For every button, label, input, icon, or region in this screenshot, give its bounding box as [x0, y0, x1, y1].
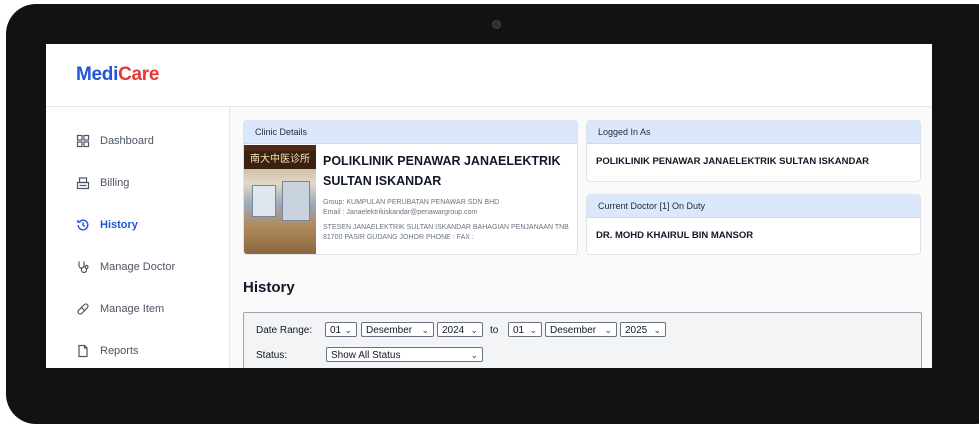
app-logo[interactable]: MediCare — [76, 64, 159, 86]
page-title: History — [243, 279, 295, 296]
to-day-value: 01 — [513, 325, 525, 336]
chevron-down-icon: ⌄ — [421, 325, 429, 335]
to-month-select[interactable]: Desember ⌄ — [545, 322, 617, 337]
chevron-down-icon: ⌄ — [470, 325, 478, 335]
sidebar-item-billing[interactable]: Billing — [76, 173, 129, 193]
clinic-name: POLIKLINIK PENAWAR JANAELEKTRIK SULTAN I… — [323, 154, 561, 188]
clinic-group: Group: KUMPULAN PERUBATAN PENAWAR SDN BH… — [323, 199, 500, 206]
from-year-select[interactable]: 2024 ⌄ — [437, 322, 483, 337]
camera-dot — [492, 20, 501, 29]
sidebar-item-label: Reports — [100, 345, 139, 357]
sidebar: Dashboard Billing History Manage Doctor … — [46, 107, 230, 368]
history-icon — [76, 218, 90, 232]
sidebar-item-label: Billing — [100, 177, 130, 189]
clinic-photo-sign: 南大中医诊所 — [244, 151, 316, 169]
to-year-value: 2025 — [625, 325, 648, 336]
from-month-select[interactable]: Desember ⌄ — [361, 322, 434, 337]
cash-register-icon — [76, 176, 90, 190]
clinic-details-header: Clinic Details — [244, 121, 577, 144]
status-value: Show All Status — [331, 350, 401, 361]
clinic-photo-door — [282, 181, 310, 221]
chevron-down-icon: ⌄ — [604, 325, 612, 335]
sidebar-item-dashboard[interactable]: Dashboard — [76, 131, 154, 151]
chevron-down-icon: ⌄ — [470, 350, 478, 360]
sidebar-item-label: History — [100, 219, 138, 231]
from-year-value: 2024 — [442, 325, 465, 336]
chevron-down-icon: ⌄ — [653, 325, 661, 335]
to-month-value: Desember — [550, 325, 597, 336]
chevron-down-icon: ⌄ — [529, 325, 537, 335]
logo-text-medi: Medi — [76, 64, 119, 85]
logo-text-care: Care — [118, 64, 160, 85]
to-label: to — [490, 325, 499, 336]
current-doctor-header: Current Doctor [1] On Duty — [587, 195, 920, 218]
status-select[interactable]: Show All Status ⌄ — [326, 347, 483, 362]
sidebar-item-history[interactable]: History — [76, 215, 138, 235]
sidebar-item-manage-item[interactable]: Manage Item — [76, 299, 164, 319]
clinic-photo: 南大中医诊所 — [244, 145, 316, 254]
from-month-value: Desember — [366, 325, 413, 336]
top-bar: MediCare — [46, 44, 932, 107]
sidebar-item-manage-doctor[interactable]: Manage Doctor — [76, 257, 175, 277]
logged-in-header: Logged In As — [587, 121, 920, 144]
date-range-label: Date Range: — [256, 325, 313, 336]
clinic-address: STESEN JANAELEKTRIK SULTAN ISKANDAR BAHA… — [323, 224, 569, 241]
sidebar-item-label: Manage Doctor — [100, 261, 176, 273]
sidebar-item-reports[interactable]: Reports — [76, 341, 139, 361]
logged-in-card: Logged In As POLIKLINIK PENAWAR JANAELEK… — [586, 120, 921, 182]
history-filter-panel: Date Range: 01 ⌄ Desember ⌄ 2024 ⌄ to 01… — [243, 312, 922, 368]
status-label: Status: — [256, 350, 288, 361]
document-icon — [76, 344, 90, 358]
app-screen: MediCare Dashboard Billing History Manag… — [46, 44, 932, 368]
chevron-down-icon: ⌄ — [344, 325, 352, 335]
sidebar-item-label: Manage Item — [100, 303, 165, 315]
sidebar-item-label: Dashboard — [100, 135, 154, 147]
clinic-photo-window — [252, 185, 276, 217]
clinic-details-card: Clinic Details 南大中医诊所 POLIKLINIK PENAWAR… — [243, 120, 578, 255]
logged-in-value: POLIKLINIK PENAWAR JANAELEKTRIK SULTAN I… — [596, 156, 870, 167]
pill-icon — [76, 302, 90, 316]
clinic-email: Email : Janaelektrikiskandar@penawargrou… — [323, 209, 478, 216]
to-year-select[interactable]: 2025 ⌄ — [620, 322, 666, 337]
main-content: Clinic Details 南大中医诊所 POLIKLINIK PENAWAR… — [230, 107, 932, 368]
from-day-value: 01 — [330, 325, 342, 336]
to-day-select[interactable]: 01 ⌄ — [508, 322, 542, 337]
from-day-select[interactable]: 01 ⌄ — [325, 322, 357, 337]
grid-icon — [76, 134, 90, 148]
current-doctor-value: DR. MOHD KHAIRUL BIN MANSOR — [596, 230, 754, 241]
current-doctor-card: Current Doctor [1] On Duty DR. MOHD KHAI… — [586, 194, 921, 255]
stethoscope-icon — [76, 260, 90, 274]
